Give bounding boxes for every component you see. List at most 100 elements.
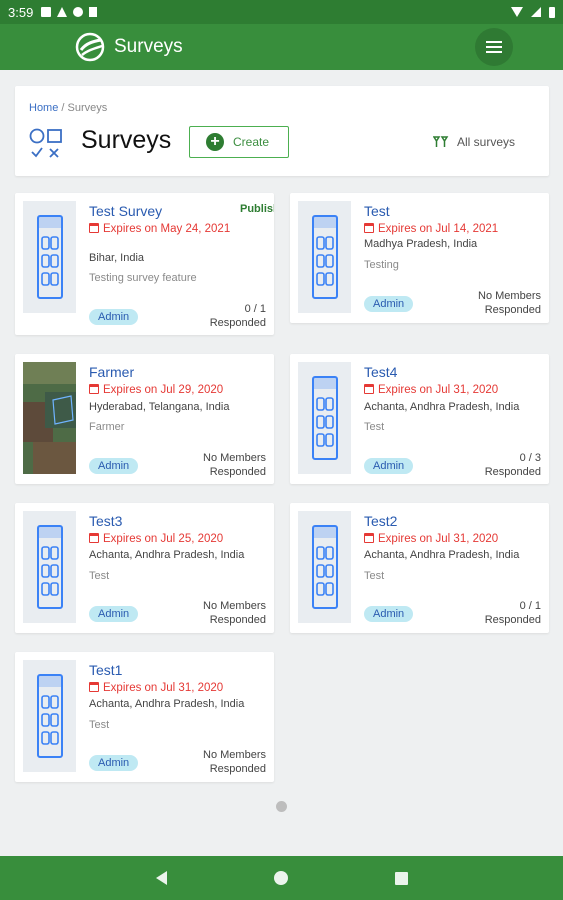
- survey-title[interactable]: Test Survey: [89, 203, 162, 219]
- survey-title[interactable]: Test1: [89, 662, 122, 678]
- survey-card[interactable]: Test1 Expires on Jul 31, 2020 Achanta, A…: [15, 652, 274, 782]
- wifi-icon: [511, 7, 523, 17]
- app-logo-icon: [75, 32, 105, 62]
- role-badge: Admin: [89, 458, 139, 474]
- notification-icon: [41, 7, 52, 17]
- home-icon[interactable]: [274, 871, 288, 885]
- survey-thumbnail: [23, 660, 76, 772]
- survey-description: Test: [89, 719, 110, 731]
- survey-location: Achanta, Andhra Pradesh, India: [364, 401, 520, 413]
- survey-card[interactable]: Test4 Expires on Jul 31, 2020 Achanta, A…: [290, 354, 549, 484]
- breadcrumb: Home / Surveys: [29, 102, 107, 114]
- survey-card[interactable]: Test2 Expires on Jul 31, 2020 Achanta, A…: [290, 503, 549, 633]
- survey-description: Test: [89, 570, 110, 582]
- form-icon: [37, 215, 63, 299]
- status-time: 3:59: [8, 4, 34, 20]
- survey-thumbnail: [23, 511, 76, 623]
- survey-location: Achanta, Andhra Pradesh, India: [364, 549, 520, 561]
- page-header: Home / Surveys Surveys + Create All surv…: [15, 86, 549, 176]
- breadcrumb-current: Surveys: [67, 102, 108, 114]
- role-badge: Admin: [89, 755, 139, 771]
- survey-description: Test: [364, 570, 385, 582]
- survey-description: Farmer: [89, 421, 125, 433]
- form-icon: [312, 215, 338, 299]
- calendar-icon: [89, 223, 99, 233]
- survey-card[interactable]: Test3 Expires on Jul 25, 2020 Achanta, A…: [15, 503, 274, 633]
- survey-expiry: Expires on Jul 31, 2020: [364, 383, 544, 397]
- survey-title[interactable]: Test2: [364, 513, 397, 529]
- breadcrumb-home-link[interactable]: Home: [29, 102, 58, 114]
- survey-card[interactable]: Farmer Expires on Jul 29, 2020 Hyderabad…: [15, 354, 274, 484]
- add-icon: +: [206, 133, 224, 151]
- system-nav-bar: [0, 856, 563, 900]
- survey-description: Test: [364, 421, 385, 433]
- signal-icon: [531, 7, 541, 17]
- survey-expiry: Expires on May 24, 2021: [89, 222, 269, 236]
- responded-count: 0 / 1 Responded: [209, 303, 266, 329]
- warning-icon: [57, 7, 68, 17]
- survey-description: Testing: [364, 259, 399, 271]
- all-surveys-label: All surveys: [457, 135, 516, 149]
- page-indicator: [276, 801, 287, 812]
- calendar-icon: [89, 533, 99, 543]
- survey-description: Testing survey feature: [89, 272, 197, 284]
- responded-count: No Members Responded: [478, 290, 541, 316]
- calendar-icon: [364, 384, 374, 394]
- aerial-photo-image: [23, 362, 76, 474]
- calendar-icon: [364, 223, 374, 233]
- survey-expiry: Expires on Jul 31, 2020: [364, 532, 544, 546]
- role-badge: Admin: [89, 309, 139, 325]
- role-badge: Admin: [89, 606, 139, 622]
- breadcrumb-separator: /: [58, 102, 68, 114]
- app-title: Surveys: [114, 36, 183, 57]
- survey-title[interactable]: Test3: [89, 513, 122, 529]
- responded-count: No Members Responded: [203, 600, 266, 626]
- role-badge: Admin: [364, 296, 414, 312]
- survey-photo: [23, 362, 76, 474]
- back-icon[interactable]: [156, 871, 167, 885]
- survey-thumbnail: [298, 201, 351, 313]
- survey-location: Madhya Pradesh, India: [364, 238, 478, 250]
- survey-expiry: Expires on Jul 14, 2021: [364, 222, 544, 236]
- page-title: Surveys: [81, 126, 172, 154]
- form-icon: [37, 674, 63, 758]
- app-notification-icon: [73, 7, 84, 17]
- survey-title[interactable]: Test4: [364, 364, 397, 380]
- survey-thumbnail: [23, 201, 76, 313]
- form-icon: [312, 376, 338, 460]
- recent-apps-icon[interactable]: [395, 872, 408, 885]
- all-surveys-filter[interactable]: All surveys: [433, 135, 515, 149]
- create-survey-button[interactable]: + Create: [189, 126, 289, 158]
- survey-card[interactable]: Test Survey Published Expires on May 24,…: [15, 193, 274, 335]
- survey-title[interactable]: Farmer: [89, 364, 134, 380]
- survey-expiry: Expires on Jul 31, 2020: [89, 681, 269, 695]
- calendar-icon: [364, 533, 374, 543]
- status-bar: 3:59: [0, 0, 563, 24]
- role-badge: Admin: [364, 458, 414, 474]
- role-badge: Admin: [364, 606, 414, 622]
- create-button-label: Create: [233, 135, 270, 149]
- survey-card[interactable]: Test Expires on Jul 14, 2021 Madhya Prad…: [290, 193, 549, 323]
- survey-expiry: Expires on Jul 25, 2020: [89, 532, 269, 546]
- status-badge: Published: [240, 203, 274, 215]
- survey-location: Bihar, India: [89, 252, 145, 264]
- surveys-page-icon: [29, 128, 62, 158]
- form-icon: [37, 525, 63, 609]
- survey-expiry: Expires on Jul 29, 2020: [89, 383, 269, 397]
- calendar-icon: [89, 384, 99, 394]
- survey-location: Achanta, Andhra Pradesh, India: [89, 698, 245, 710]
- responded-count: No Members Responded: [203, 452, 266, 478]
- calendar-icon: [89, 682, 99, 692]
- battery-icon: [549, 6, 555, 18]
- menu-button[interactable]: [475, 28, 513, 66]
- survey-location: Achanta, Andhra Pradesh, India: [89, 549, 245, 561]
- responded-count: 0 / 3 Responded: [484, 452, 541, 478]
- hamburger-icon: [486, 41, 502, 43]
- app-bar: Surveys: [0, 24, 563, 70]
- filter-icon: [433, 136, 449, 147]
- survey-title[interactable]: Test: [364, 203, 390, 219]
- survey-thumbnail: [298, 511, 351, 623]
- survey-location: Hyderabad, Telangana, India: [89, 401, 230, 413]
- responded-count: 0 / 1 Responded: [484, 600, 541, 626]
- form-icon: [312, 525, 338, 609]
